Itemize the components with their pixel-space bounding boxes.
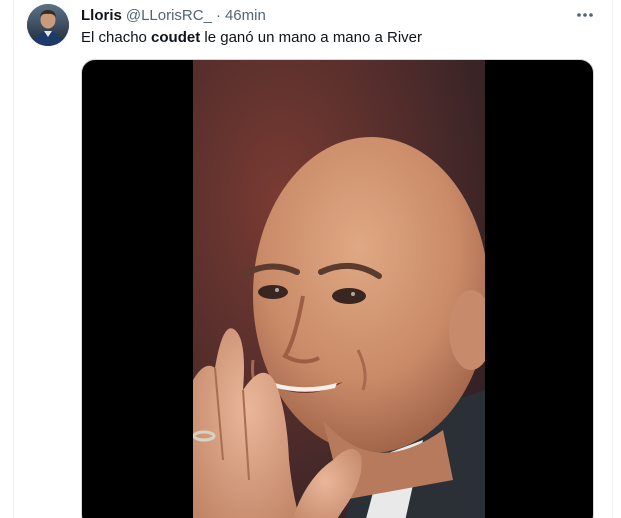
timeline-divider-left xyxy=(13,0,14,518)
tweet-timestamp[interactable]: 46min xyxy=(225,6,266,26)
more-options-button[interactable] xyxy=(572,4,598,26)
tweet-text-part1: El chacho xyxy=(81,29,152,46)
tweet-text-part2: le ganó un mano a mano a River xyxy=(200,29,423,46)
video-frame xyxy=(193,60,485,518)
tweet-text-mention: coudet xyxy=(151,29,201,46)
user-avatar-image xyxy=(27,4,69,46)
separator-dot: · xyxy=(215,7,221,24)
author-display-name[interactable]: Lloris xyxy=(81,6,122,26)
tweet: Lloris @LLorisRC_ · 46min El chacho coud… xyxy=(0,0,621,518)
video-thumbnail-image xyxy=(193,60,485,518)
tweet-header: Lloris @LLorisRC_ · 46min xyxy=(81,6,266,26)
avatar[interactable] xyxy=(27,4,69,46)
tweet-text: El chacho coudet le ganó un mano a mano … xyxy=(81,28,422,48)
author-handle[interactable]: @LLorisRC_ xyxy=(126,6,212,26)
more-horizontal-icon xyxy=(577,13,593,17)
timeline-divider-right xyxy=(612,0,613,518)
tweet-media-video[interactable] xyxy=(81,59,594,518)
